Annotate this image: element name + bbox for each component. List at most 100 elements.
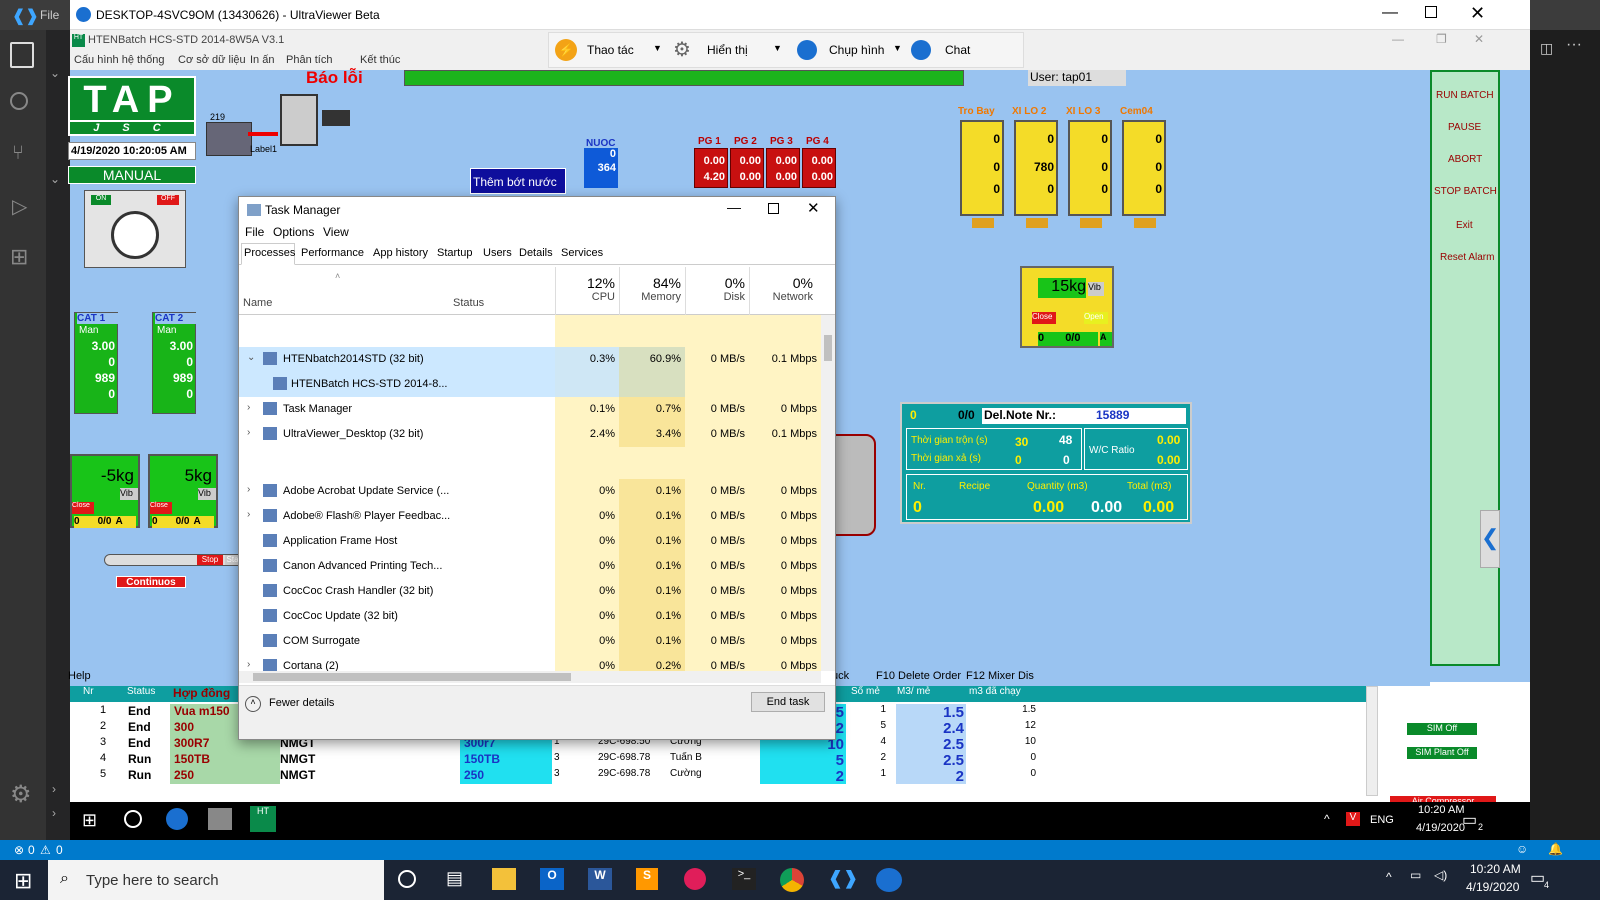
chrome-icon[interactable] xyxy=(780,868,804,892)
col-cpu[interactable]: 12% CPU xyxy=(555,267,619,315)
process-row[interactable]: CocCoc Update (32 bit) 0% 0.1% 0 MB/s 0 Mbps xyxy=(239,604,821,629)
action-center-icon[interactable]: ▭ xyxy=(1530,868,1545,888)
error-count[interactable]: 0 xyxy=(28,843,35,857)
remote-search-icon[interactable] xyxy=(124,810,142,828)
process-row[interactable]: CocCoc Crash Handler (32 bit) 0% 0.1% 0 MB/… xyxy=(239,579,821,604)
remote-start-icon[interactable]: ⊞ xyxy=(82,810,97,831)
chevron-right-icon[interactable]: › xyxy=(52,782,56,796)
col-memory[interactable]: 84% Memory xyxy=(619,267,685,315)
chevron-right-icon[interactable]: › xyxy=(52,806,56,820)
expand-icon[interactable]: › xyxy=(247,509,250,520)
pause-button[interactable]: PAUSE xyxy=(1448,122,1481,133)
sublime-icon[interactable]: S xyxy=(636,868,658,890)
tab-services[interactable]: Services xyxy=(561,247,603,259)
agg-vib[interactable]: Vib xyxy=(198,488,216,500)
abort-button[interactable]: ABORT xyxy=(1448,154,1482,165)
f10-label[interactable]: F10 Delete Order xyxy=(876,670,961,682)
process-row[interactable]: Application Frame Host 0% 0.1% 0 MB/s 0 Mbps xyxy=(239,529,821,554)
tab-app-history[interactable]: App history xyxy=(373,247,428,259)
remote-unikey-icon[interactable]: V xyxy=(1346,812,1360,826)
col-network[interactable]: 0% Network xyxy=(749,267,817,315)
process-row[interactable]: › Adobe® Flash® Player Feedbac... 0% 0.1% 0 … xyxy=(239,504,821,529)
tm-menu-file[interactable]: File xyxy=(245,225,264,239)
run-debug-icon[interactable]: ▷ xyxy=(12,194,27,219)
split-editor-icon[interactable]: ◫ xyxy=(1540,40,1553,57)
remote-notification-icon[interactable]: ▭ xyxy=(1462,810,1477,830)
cement-vib[interactable]: Vib xyxy=(1088,282,1104,296)
expand-icon[interactable]: › xyxy=(247,659,250,670)
remote-restore-icon[interactable]: ❐ xyxy=(1436,32,1447,46)
menu-ket-thuc[interactable]: Kết thúc xyxy=(360,54,400,66)
chevron-down-icon[interactable]: ⌄ xyxy=(50,172,60,186)
taskbar-search-box[interactable]: ⌕ Type here to search xyxy=(48,860,384,900)
tm-vscroll-thumb[interactable] xyxy=(824,335,832,361)
menu-co-so-du-lieu[interactable]: Cơ sở dữ liệu xyxy=(178,54,246,66)
process-row[interactable]: › Task Manager 0.1% 0.7% 0 MB/s 0 Mbps xyxy=(239,397,821,422)
expand-icon[interactable]: › xyxy=(247,427,250,438)
tm-menu-view[interactable]: View xyxy=(323,225,349,239)
tab-startup[interactable]: Startup xyxy=(437,247,472,259)
hien-thi-button[interactable]: Hiển thị xyxy=(707,43,748,57)
remote-close-icon[interactable]: ✕ xyxy=(1474,32,1484,46)
manual-switch[interactable]: ON OFF xyxy=(84,190,186,268)
remote-tray-up-icon[interactable]: ^ xyxy=(1324,812,1330,826)
slack-icon[interactable] xyxy=(684,868,706,890)
remote-lang[interactable]: ENG xyxy=(1370,814,1394,826)
error-icon[interactable]: ⊗ xyxy=(14,843,24,857)
agg-close[interactable]: Close xyxy=(150,502,172,514)
cement-close[interactable]: Close xyxy=(1032,312,1056,324)
search-icon[interactable] xyxy=(10,92,28,110)
remote-taskmgr-icon[interactable] xyxy=(208,808,232,830)
chat-button[interactable]: Chat xyxy=(945,43,970,57)
windows-start-icon[interactable]: ⊞ xyxy=(14,868,32,894)
process-row[interactable]: HTENBatch HCS-STD 2014-8... xyxy=(239,372,821,397)
remote-ultraviewer-icon[interactable] xyxy=(166,808,188,830)
tm-menu-options[interactable]: Options xyxy=(273,225,314,239)
warning-icon[interactable]: ⚠ xyxy=(40,843,51,857)
volume-icon[interactable]: ◁) xyxy=(1434,868,1447,882)
more-icon[interactable]: ··· xyxy=(1566,36,1582,54)
bell-icon[interactable]: 🔔 xyxy=(1548,842,1563,856)
remote-hten-icon[interactable]: HT xyxy=(250,806,276,832)
ultraviewer-taskbar-icon[interactable] xyxy=(876,868,902,892)
process-row[interactable]: › Cortana (2) 0% 0.2% 0 MB/s 0 Mbps xyxy=(239,654,821,671)
tab-performance[interactable]: Performance xyxy=(301,247,364,259)
tab-users[interactable]: Users xyxy=(483,247,512,259)
vscode-icon[interactable]: ❰❱ xyxy=(828,868,858,889)
tm-vscroll[interactable] xyxy=(821,315,835,671)
extensions-icon[interactable]: ⊞ xyxy=(10,244,28,270)
tab-details[interactable]: Details xyxy=(519,247,553,259)
network-icon[interactable]: ▭ xyxy=(1410,868,1421,882)
reset-alarm-button[interactable]: Reset Alarm xyxy=(1440,252,1494,263)
settings-gear-icon[interactable]: ⚙ xyxy=(10,780,32,809)
collapse-arrow-icon[interactable]: ❮ xyxy=(1480,510,1500,568)
menu-in-an[interactable]: In ấn xyxy=(250,54,274,66)
agg-close[interactable]: Close xyxy=(72,502,94,514)
f12-label[interactable]: F12 Mixer Dis xyxy=(966,670,1034,682)
sim-off-button[interactable]: SIM Off xyxy=(1406,722,1478,736)
minimize-icon[interactable]: — xyxy=(1382,4,1398,22)
close-icon[interactable]: ✕ xyxy=(1470,3,1485,24)
file-explorer-icon[interactable] xyxy=(492,868,516,890)
tm-hscroll[interactable] xyxy=(239,671,821,683)
tm-minimize-icon[interactable]: — xyxy=(727,199,741,215)
menu-phan-tich[interactable]: Phân tích xyxy=(286,54,332,66)
thao-tac-button[interactable]: Thao tác xyxy=(587,43,634,57)
stop-label[interactable]: Stop xyxy=(197,555,223,565)
maximize-icon[interactable] xyxy=(1425,6,1437,18)
fewer-details-link[interactable]: Fewer details xyxy=(269,697,334,709)
task-view-icon[interactable]: ▤ xyxy=(446,868,463,889)
continuos-button[interactable]: Continuos xyxy=(116,576,186,588)
tray-up-icon[interactable]: ^ xyxy=(1386,870,1392,884)
tm-close-icon[interactable]: ✕ xyxy=(807,199,820,217)
col-status[interactable]: Status xyxy=(453,297,484,309)
process-row[interactable]: ⌄ HTENbatch2014STD (32 bit) 0.3% 60.9% 0 MB/… xyxy=(239,347,821,372)
process-row[interactable]: COM Surrogate 0% 0.1% 0 MB/s 0 Mbps xyxy=(239,629,821,654)
cement-open[interactable]: Open xyxy=(1084,312,1108,324)
chup-hinh-button[interactable]: Chụp hình xyxy=(829,43,884,57)
expand-icon[interactable]: › xyxy=(247,402,250,413)
menu-cau-hinh[interactable]: Cấu hình hệ thống xyxy=(74,54,165,66)
feedback-icon[interactable]: ☺ xyxy=(1516,842,1528,856)
dropdown-arrow-icon[interactable]: ▼ xyxy=(893,43,902,53)
stop-batch-button[interactable]: STOP BATCH xyxy=(1434,186,1497,197)
